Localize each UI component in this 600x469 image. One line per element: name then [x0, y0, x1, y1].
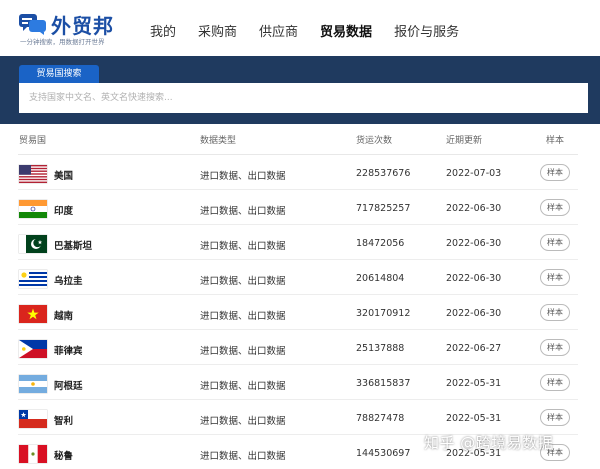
- peru-flag-icon: [19, 445, 47, 463]
- country-name: 菲律宾: [54, 346, 83, 357]
- data-types: 进口数据、出口数据: [200, 381, 286, 392]
- update-date: 2022-07-03: [446, 168, 502, 179]
- shipment-count: 18472056: [356, 238, 405, 249]
- country-name: 印度: [54, 206, 74, 217]
- pakistan-flag-icon: [19, 235, 47, 253]
- shipment-count: 20614804: [356, 273, 405, 284]
- table-header: 贸易国 数据类型 货运次数 近期更新 样本: [18, 124, 578, 155]
- table-row[interactable]: 印度 进口数据、出口数据 717825257 2022-06-30 样本: [18, 190, 578, 225]
- nav-item-mine[interactable]: 我的: [150, 21, 176, 40]
- update-date: 2022-06-27: [446, 343, 502, 354]
- column-header-shipments: 货运次数: [356, 136, 393, 146]
- sample-button[interactable]: 样本: [540, 199, 570, 216]
- uruguay-flag-icon: [19, 270, 47, 288]
- main-nav: 我的 采购商 供应商 贸易数据 报价与服务: [150, 21, 481, 40]
- brand-logo[interactable]: 外贸邦 一分钟搜索，用数据打开世界: [18, 10, 128, 50]
- shipment-count: 717825257: [356, 203, 411, 214]
- table-row[interactable]: 美国 进口数据、出口数据 228537676 2022-07-03 样本: [18, 155, 578, 190]
- sample-button[interactable]: 样本: [540, 269, 570, 286]
- us-flag-icon: [19, 165, 47, 183]
- data-types: 进口数据、出口数据: [200, 346, 286, 357]
- shipment-count: 144530697: [356, 448, 411, 459]
- brand-name: 外贸邦: [51, 14, 114, 38]
- nav-item-buyers[interactable]: 采购商: [198, 21, 237, 40]
- country-name: 越南: [54, 311, 74, 322]
- update-date: 2022-05-31: [446, 378, 502, 389]
- sample-button[interactable]: 样本: [540, 374, 570, 391]
- sample-button[interactable]: 样本: [540, 234, 570, 251]
- update-date: 2022-06-30: [446, 238, 502, 249]
- country-name: 乌拉圭: [54, 276, 83, 287]
- table-row[interactable]: 菲律宾 进口数据、出口数据 25137888 2022-06-27 样本: [18, 330, 578, 365]
- data-types: 进口数据、出口数据: [200, 276, 286, 287]
- nav-item-trade-data[interactable]: 贸易数据: [320, 21, 372, 40]
- update-date: 2022-05-31: [446, 413, 502, 424]
- shipment-count: 228537676: [356, 168, 411, 179]
- brand-slogan: 一分钟搜索，用数据打开世界: [20, 38, 105, 46]
- shipment-count: 78827478: [356, 413, 405, 424]
- argentina-flag-icon: [19, 375, 47, 393]
- trade-country-table: 贸易国 数据类型 货运次数 近期更新 样本 美国 进口数据、出口数据 22853…: [18, 124, 578, 469]
- zhihu-watermark: 知乎 @跨境易数据: [424, 434, 554, 452]
- data-types: 进口数据、出口数据: [200, 451, 286, 462]
- search-panel: 贸易国搜索: [0, 56, 600, 124]
- column-header-country: 贸易国: [19, 136, 47, 146]
- sample-button[interactable]: 样本: [540, 304, 570, 321]
- data-types: 进口数据、出口数据: [200, 416, 286, 427]
- data-types: 进口数据、出口数据: [200, 241, 286, 252]
- chat-bubble-logo-icon: [19, 14, 46, 35]
- shipment-count: 336815837: [356, 378, 411, 389]
- chile-flag-icon: [19, 410, 47, 428]
- nav-item-suppliers[interactable]: 供应商: [259, 21, 298, 40]
- top-navbar: 外贸邦 一分钟搜索，用数据打开世界 我的 采购商 供应商 贸易数据 报价与服务: [0, 0, 600, 58]
- shipment-count: 25137888: [356, 343, 405, 354]
- country-name: 巴基斯坦: [54, 241, 93, 252]
- vietnam-flag-icon: [19, 305, 47, 323]
- update-date: 2022-06-30: [446, 203, 502, 214]
- update-date: 2022-06-30: [446, 308, 502, 319]
- data-types: 进口数据、出口数据: [200, 311, 286, 322]
- sample-button[interactable]: 样本: [540, 339, 570, 356]
- sample-button[interactable]: 样本: [540, 409, 570, 426]
- philippines-flag-icon: [19, 340, 47, 358]
- data-types: 进口数据、出口数据: [200, 206, 286, 217]
- country-search-input[interactable]: [19, 83, 588, 113]
- table-row[interactable]: 乌拉圭 进口数据、出口数据 20614804 2022-06-30 样本: [18, 260, 578, 295]
- nav-item-quotes-services[interactable]: 报价与服务: [394, 21, 459, 40]
- country-name: 阿根廷: [54, 381, 83, 392]
- tab-country-search[interactable]: 贸易国搜索: [19, 65, 99, 83]
- column-header-sample: 样本: [546, 136, 565, 146]
- india-flag-icon: [19, 200, 47, 218]
- update-date: 2022-06-30: [446, 273, 502, 284]
- data-types: 进口数据、出口数据: [200, 171, 286, 182]
- country-name: 美国: [54, 171, 74, 182]
- column-header-data-type: 数据类型: [200, 136, 237, 146]
- sample-button[interactable]: 样本: [540, 164, 570, 181]
- table-row[interactable]: 智利 进口数据、出口数据 78827478 2022-05-31 样本: [18, 400, 578, 435]
- country-name: 秘鲁: [54, 451, 74, 462]
- shipment-count: 320170912: [356, 308, 411, 319]
- table-row[interactable]: 阿根廷 进口数据、出口数据 336815837 2022-05-31 样本: [18, 365, 578, 400]
- table-row[interactable]: 越南 进口数据、出口数据 320170912 2022-06-30 样本: [18, 295, 578, 330]
- country-name: 智利: [54, 416, 74, 427]
- table-row[interactable]: 巴基斯坦 进口数据、出口数据 18472056 2022-06-30 样本: [18, 225, 578, 260]
- column-header-updated: 近期更新: [446, 136, 483, 146]
